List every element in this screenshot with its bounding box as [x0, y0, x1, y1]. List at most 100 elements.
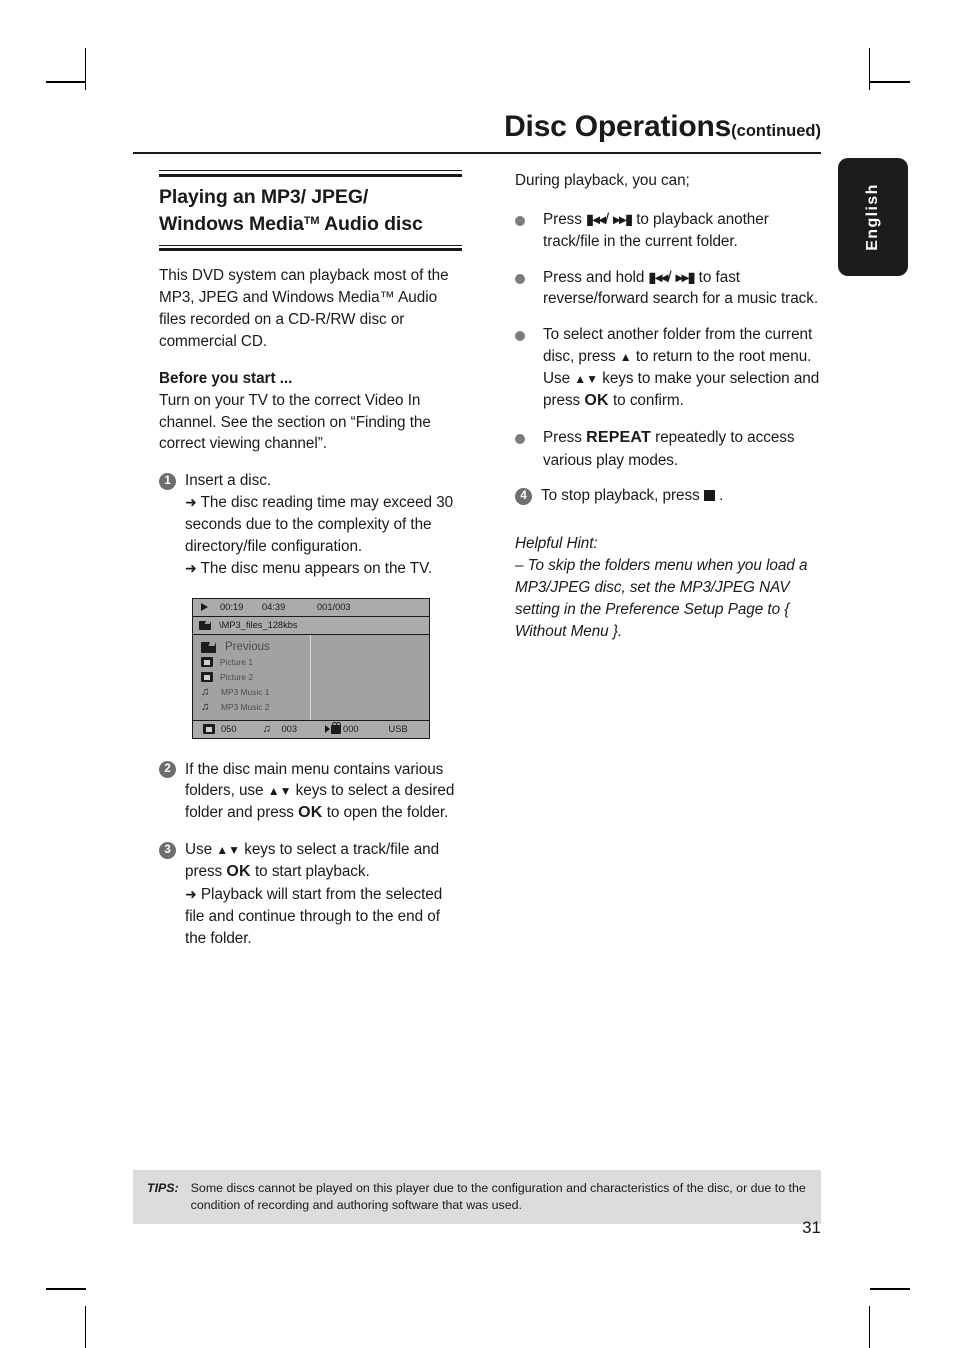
picture-file-icon — [201, 672, 213, 683]
page-title-main: Disc Operations — [504, 110, 732, 143]
step-2-number: 2 — [159, 761, 176, 779]
tv-track-counter: 001/003 — [317, 602, 351, 613]
bullet-item-previous-next: Press ▮◂◂/ ▸▸▮ to playback another track… — [515, 209, 825, 253]
heading-rule-bottom-thick — [159, 248, 462, 252]
list-item-label: Picture 1 — [220, 657, 254, 668]
arrow-icon: ➜ — [185, 885, 197, 902]
video-file-icon — [325, 721, 342, 735]
step-1-number: 1 — [159, 472, 176, 490]
next-track-icon: ▸▸▮ — [675, 268, 696, 285]
music-note-icon: ♫ — [201, 700, 210, 713]
ok-key-label: OK — [298, 804, 323, 822]
tv-music-count: 003 — [281, 724, 298, 735]
list-item-label: MP3 Music 1 — [221, 687, 270, 698]
section-heading-block: Playing an MP3/ JPEG/ Windows MediaTM Au… — [159, 170, 462, 252]
folder-open-icon — [201, 641, 216, 653]
before-you-start-heading: Before you start ... — [159, 369, 293, 387]
step-4-text-a: To stop playback, press — [541, 487, 704, 505]
next-track-icon: ▸▸▮ — [613, 210, 633, 227]
section-heading: Playing an MP3/ JPEG/ Windows MediaTM Au… — [159, 177, 462, 245]
step-4-text-b: . — [714, 487, 724, 505]
bullet-dot-icon — [515, 331, 525, 342]
bullet-2-text-a: Press and hold — [543, 268, 649, 286]
step-1-result-2: The disc menu appears on the TV. — [200, 559, 433, 577]
intro-paragraph: This DVD system can playback most of the… — [159, 267, 449, 350]
bullet-dot-icon — [515, 273, 525, 284]
up-arrow-key-icon: ▲ — [619, 350, 632, 365]
up-down-arrow-keys-icon: ▲▼ — [574, 372, 599, 387]
step-2-text-c: to open the folder. — [322, 804, 449, 822]
before-you-start-text: Turn on your TV to the correct Video In … — [159, 391, 431, 453]
crop-mark-top-left-vertical — [85, 48, 86, 90]
step-4: 4 To stop playback, press . — [515, 485, 825, 507]
page-title: Disc Operations(continued) — [133, 112, 821, 142]
step-2: 2 If the disc main menu contains various… — [159, 759, 462, 826]
list-item[interactable]: ♫ MP3 Music 1 — [201, 686, 310, 699]
step-1-text: Insert a disc. — [185, 472, 272, 490]
helpful-hint: Helpful Hint: – To skip the folders menu… — [515, 533, 825, 642]
page-header: Disc Operations(continued) — [133, 112, 821, 154]
crop-mark-top-right-horizontal — [870, 81, 910, 83]
bullet-4-text-a: Press — [543, 428, 587, 446]
tv-current-path: \MP3_files_128kbs — [219, 620, 298, 631]
ok-key-label: OK — [584, 391, 609, 409]
bullet-2-sep: / — [667, 268, 676, 286]
right-column-intro: During playback, you can; — [515, 172, 690, 189]
tips-label: TIPS: — [147, 1181, 179, 1195]
bullet-3-text-d: to confirm. — [608, 391, 684, 409]
list-item-label: Previous — [225, 641, 270, 654]
list-item[interactable]: ♫ MP3 Music 2 — [201, 701, 310, 714]
list-item-label: MP3 Music 2 — [221, 702, 270, 713]
list-item[interactable]: Previous — [201, 641, 310, 654]
crop-mark-bottom-left-vertical — [85, 1306, 86, 1348]
helpful-hint-body: – To skip the folders menu when you load… — [515, 557, 808, 640]
page-title-continued: (continued) — [731, 122, 821, 140]
tv-picture-count: 050 — [221, 724, 237, 735]
up-down-arrow-keys-icon: ▲▼ — [267, 784, 292, 799]
crop-mark-top-right-vertical — [869, 48, 870, 90]
section-heading-line-2a: Windows Media — [159, 213, 304, 236]
crop-mark-bottom-left-horizontal — [46, 1288, 86, 1290]
tv-source-label: USB — [388, 724, 408, 735]
music-note-icon: ♫ — [201, 685, 210, 698]
bullet-dot-icon — [515, 215, 525, 226]
bullet-1-text-a: Press — [543, 210, 587, 228]
list-item-label: Picture 2 — [220, 672, 254, 683]
bullet-item-fast-search: Press and hold ▮◂◂/ ▸▸▮ to fast reverse/… — [515, 267, 825, 311]
tv-path-bar: \MP3_files_128kbs — [193, 616, 429, 635]
step-1-result-1: The disc reading time may exceed 30 seco… — [185, 494, 454, 555]
tv-music-count-group: ♫ 003 — [262, 722, 298, 735]
tips-text: Some discs cannot be played on this play… — [190, 1181, 806, 1212]
bullet-1-sep: / — [604, 210, 614, 228]
crop-mark-top-left-horizontal — [46, 81, 86, 83]
list-item[interactable]: Picture 1 — [201, 656, 310, 669]
arrow-icon: ➜ — [185, 559, 197, 576]
tv-video-count-group: 000 — [325, 721, 359, 735]
repeat-key-label: REPEAT — [586, 428, 651, 446]
section-heading-line-1: Playing an MP3/ JPEG/ — [159, 185, 369, 208]
picture-file-icon — [201, 657, 213, 668]
step-1: 1 Insert a disc. ➜ The disc reading time… — [159, 470, 462, 579]
trademark-symbol: TM — [303, 215, 320, 228]
page-number: 31 — [802, 1218, 821, 1237]
step-3-number: 3 — [159, 841, 176, 859]
music-note-icon: ♫ — [262, 722, 271, 735]
list-item[interactable]: Picture 2 — [201, 671, 310, 684]
tv-picture-count-group: 050 — [203, 724, 237, 735]
picture-file-icon — [203, 724, 215, 735]
step-3-text-a: Use — [185, 841, 217, 859]
section-heading-line-2b: Audio disc — [319, 213, 423, 236]
language-tab-label: English — [864, 183, 881, 251]
tv-video-count: 000 — [343, 724, 359, 735]
right-column: During playback, you can; Press ▮◂◂/ ▸▸▮… — [515, 170, 825, 643]
tv-total-time: 04:39 — [262, 602, 286, 613]
bullet-item-select-folder: To select another folder from the curren… — [515, 324, 825, 412]
play-triangle-icon — [201, 603, 208, 612]
left-column: Playing an MP3/ JPEG/ Windows MediaTM Au… — [159, 170, 462, 963]
folder-open-icon — [199, 620, 211, 630]
header-divider — [133, 152, 821, 154]
stop-square-icon — [703, 490, 715, 502]
step-3: 3 Use ▲▼ keys to select a track/file and… — [159, 839, 462, 949]
up-down-arrow-keys-icon: ▲▼ — [216, 843, 241, 858]
language-tab: English — [838, 158, 908, 276]
